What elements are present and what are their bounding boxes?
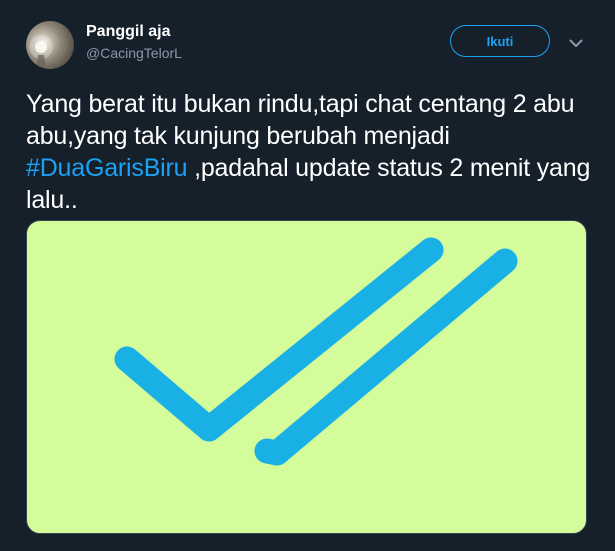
double-checkmark-icon <box>114 237 518 466</box>
hashtag-link[interactable]: #DuaGarisBiru <box>26 154 188 182</box>
avatar-image <box>29 35 53 69</box>
avatar[interactable] <box>26 21 74 69</box>
tweet-text-part-1: Yang berat itu bukan rindu,tapi chat cen… <box>26 90 575 150</box>
follow-button[interactable]: Ikuti <box>450 25 550 57</box>
display-name[interactable]: Panggil aja <box>86 22 182 42</box>
user-info[interactable]: Panggil aja @CacingTelorL <box>86 22 182 62</box>
tweet-card: Panggil aja @CacingTelorL Ikuti Yang ber… <box>0 0 615 551</box>
more-options-button[interactable] <box>566 34 586 52</box>
tweet-media-image[interactable] <box>26 220 587 534</box>
chevron-down-icon <box>569 39 583 47</box>
tweet-text: Yang berat itu bukan rindu,tapi chat cen… <box>26 88 601 216</box>
user-handle[interactable]: @CacingTelorL <box>86 44 182 62</box>
